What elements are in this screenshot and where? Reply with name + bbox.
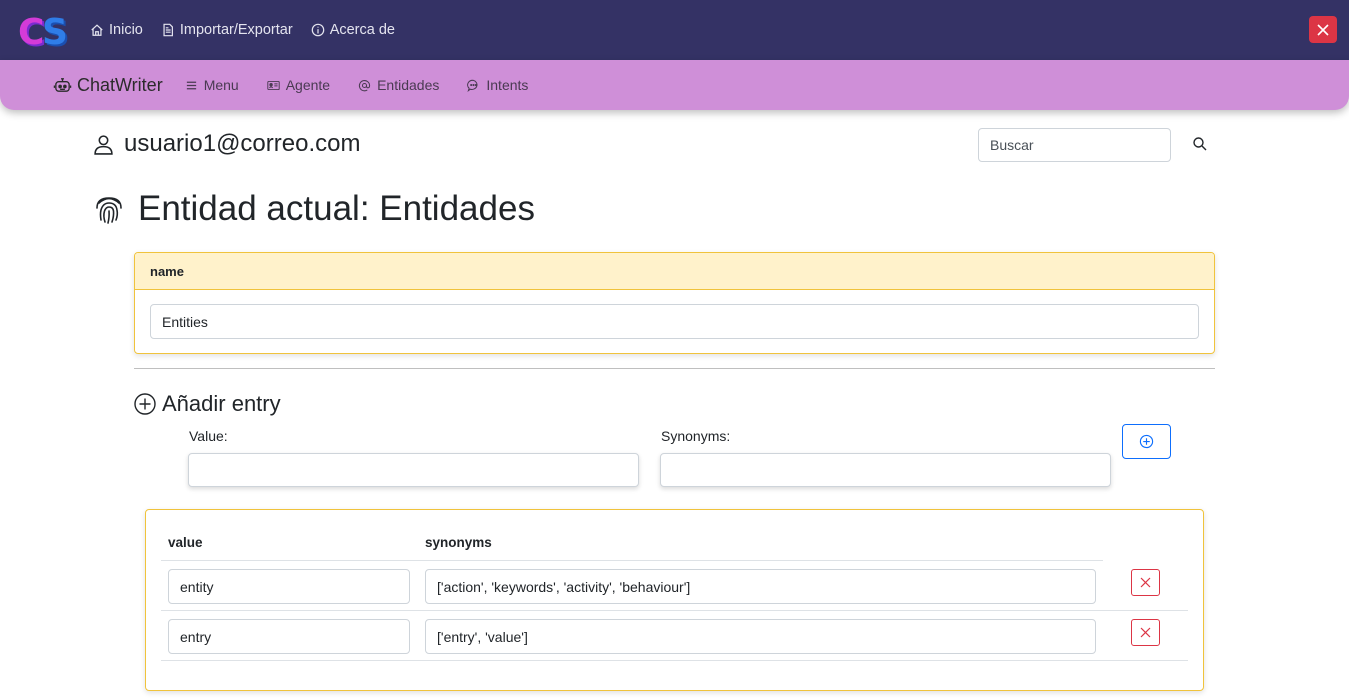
row-synonyms-field[interactable]: ['action', 'keywords', 'activity', 'beha… [425,569,1096,604]
close-icon [1140,627,1151,638]
search-icon[interactable] [1192,136,1208,152]
nav-menu-label: Menu [203,77,239,93]
at-icon [358,79,371,91]
value-label: Value: [189,428,228,444]
value-input[interactable] [188,453,639,487]
nav-inicio[interactable]: Inicio [90,22,143,38]
column-header-synonyms: synonyms [425,535,492,550]
nav-acerca-de-label: Acerca de [329,22,395,38]
page-title: Entidad actual: Entidades [92,189,535,229]
row-value-field[interactable]: entry [168,619,410,654]
divider [134,368,1215,369]
add-entry-label: Añadir entry [162,391,281,416]
name-card: name Entities [134,252,1215,354]
nav-acerca-de[interactable]: Acerca de [311,22,395,38]
fingerprint-icon [96,197,122,224]
search-input[interactable] [978,128,1171,162]
close-icon [1140,577,1151,588]
plus-circle-icon [134,393,156,415]
row-divider [161,610,1188,611]
close-button[interactable] [1309,16,1337,43]
entries-table: value synonyms entity ['action', 'keywor… [145,509,1204,691]
add-entry-button[interactable] [1122,424,1171,459]
app-logo[interactable]: CS [18,10,76,53]
id-card-icon [267,80,280,90]
delete-row-button[interactable] [1131,569,1160,596]
column-header-value: value [168,535,203,550]
plus-circle-icon [1139,434,1154,449]
app-nav: Menu Agente Entidades Intents [185,77,528,93]
name-field[interactable]: Entities [150,304,1199,339]
app-navbar: ChatWriter Menu Agente Entidades Intents [0,60,1349,110]
synonyms-input[interactable] [660,453,1111,487]
header-divider [161,560,1103,561]
list-icon [186,81,196,89]
nav-intents[interactable]: Intents [467,77,528,93]
robot-icon [53,77,72,92]
info-circle-icon [311,23,324,37]
chat-dots-icon [467,79,478,92]
close-icon [1317,23,1329,36]
delete-row-button[interactable] [1131,619,1160,646]
house-icon [91,24,103,36]
name-card-header: name [135,253,1214,290]
nav-agente-label: Agente [285,77,331,93]
file-icon [163,23,173,37]
nav-intents-label: Intents [486,77,529,93]
page-title-text: Entidad actual: Entidades [138,189,535,228]
nav-menu[interactable]: Menu [185,77,239,93]
nav-entidades[interactable]: Entidades [358,77,439,93]
row-synonyms-field[interactable]: ['entry', 'value'] [425,619,1096,654]
brand-label: ChatWriter [77,74,163,95]
nav-inicio-label: Inicio [109,22,143,38]
nav-agente[interactable]: Agente [267,77,330,93]
nav-entidades-label: Entidades [377,77,440,93]
add-entry-title: Añadir entry [134,391,281,417]
person-icon [94,134,113,155]
user-email: usuario1@correo.com [124,130,361,157]
nav-importar-exportar[interactable]: Importar/Exportar [161,22,293,38]
top-navbar: CS Inicio Importar/Exportar Acerca de [0,0,1349,60]
top-nav: Inicio Importar/Exportar Acerca de [90,22,395,38]
user-info: usuario1@correo.com [93,130,360,158]
row-value-field[interactable]: entity [168,569,410,604]
synonyms-label: Synonyms: [661,428,731,444]
brand[interactable]: ChatWriter [53,75,163,96]
nav-importar-exportar-label: Importar/Exportar [179,22,293,38]
row-divider [161,660,1188,661]
